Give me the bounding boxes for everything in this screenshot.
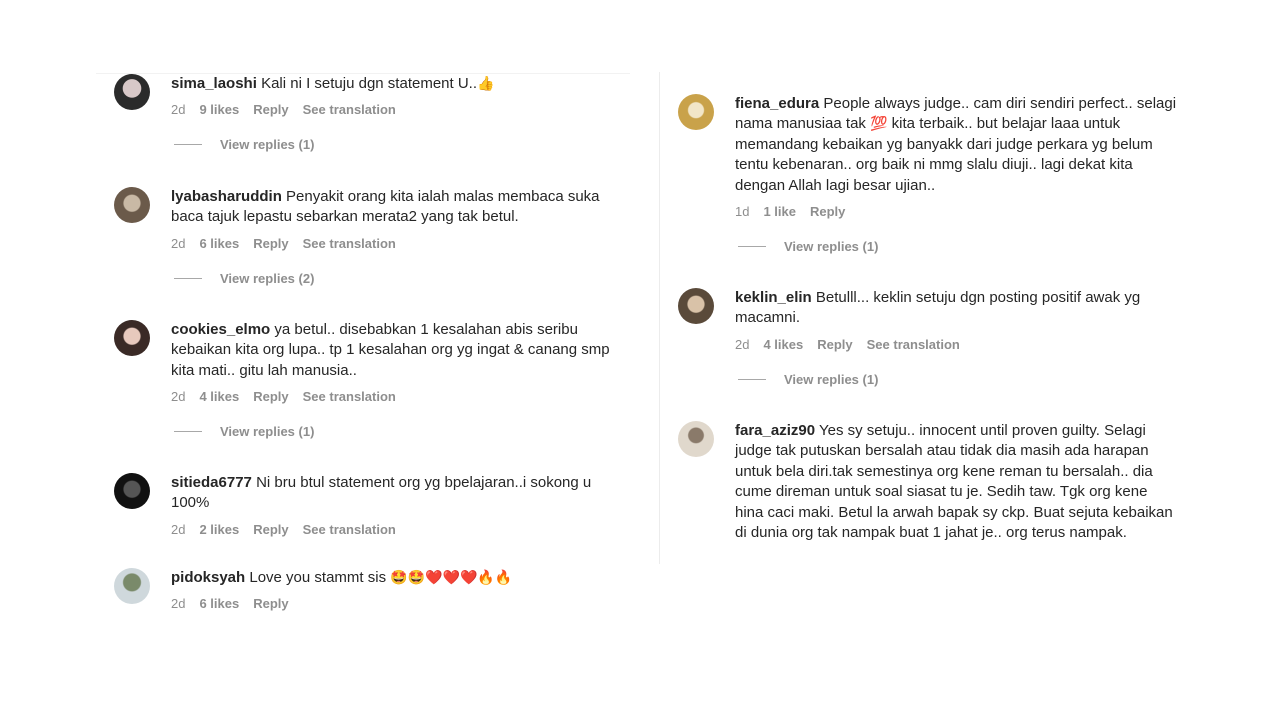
comment-username[interactable]: lyabasharuddin — [171, 188, 282, 205]
comment-text: Kali ni I setuju dgn statement U.. — [261, 75, 478, 92]
view-replies-label: View replies (2) — [220, 270, 315, 286]
avatar[interactable] — [678, 94, 714, 130]
comment-age: 2d — [735, 336, 750, 352]
replies-line — [738, 246, 766, 248]
comment-text: Love you stammt sis — [249, 569, 387, 586]
comment-likes[interactable]: 6 likes — [199, 236, 239, 251]
comment-emoji: 💯 — [870, 116, 888, 133]
see-translation-button[interactable]: See translation — [303, 236, 396, 251]
view-replies-label: View replies (1) — [784, 239, 879, 255]
comment-username[interactable]: pidoksyah — [171, 569, 245, 586]
view-replies-label: View replies (1) — [220, 424, 315, 440]
comment-likes[interactable]: 1 like — [763, 204, 796, 219]
avatar[interactable] — [114, 320, 150, 356]
avatar[interactable] — [114, 568, 150, 604]
comment-username[interactable]: fara_aziz90 — [735, 422, 815, 439]
comment-likes[interactable]: 4 likes — [763, 337, 803, 352]
view-replies-button[interactable]: View replies (2) — [118, 271, 614, 286]
comment-likes[interactable]: 6 likes — [199, 596, 239, 611]
reply-button[interactable]: Reply — [253, 522, 288, 537]
comment-emoji: 🤩🤩❤️❤️❤️🔥🔥 — [390, 570, 513, 586]
replies-line — [738, 378, 766, 380]
replies-line — [174, 277, 202, 279]
reply-button[interactable]: Reply — [810, 204, 845, 219]
see-translation-button[interactable]: See translation — [303, 389, 396, 404]
see-translation-button[interactable]: See translation — [303, 522, 396, 537]
replies-line — [174, 431, 202, 433]
comment-age: 2d — [171, 235, 186, 251]
replies-line — [174, 144, 202, 146]
view-replies-button[interactable]: View replies (1) — [682, 372, 1178, 387]
comment-username[interactable]: cookies_elmo — [171, 321, 270, 338]
reply-button[interactable]: Reply — [253, 596, 288, 611]
view-replies-button[interactable]: View replies (1) — [118, 137, 614, 152]
reply-button[interactable]: Reply — [253, 389, 288, 404]
view-replies-label: View replies (1) — [784, 371, 879, 387]
comment-likes[interactable]: 9 likes — [199, 102, 239, 117]
avatar[interactable] — [114, 473, 150, 509]
comment-age: 2d — [171, 596, 186, 612]
view-replies-label: View replies (1) — [220, 137, 315, 153]
reply-button[interactable]: Reply — [817, 337, 852, 352]
comment-age: 1d — [735, 204, 750, 220]
comment-likes[interactable]: 4 likes — [199, 389, 239, 404]
comment-age: 2d — [171, 521, 186, 537]
reply-button[interactable]: Reply — [253, 102, 288, 117]
reply-button[interactable]: Reply — [253, 236, 288, 251]
comment-username[interactable]: fiena_edura — [735, 95, 819, 112]
avatar[interactable] — [678, 288, 714, 324]
column-divider — [659, 72, 660, 564]
comment-age: 2d — [171, 102, 186, 118]
comment-username[interactable]: sitieda6777 — [171, 474, 252, 491]
view-replies-button[interactable]: View replies (1) — [682, 239, 1178, 254]
comment-username[interactable]: sima_laoshi — [171, 75, 257, 92]
comment-text: Yes sy setuju.. innocent until proven gu… — [735, 422, 1173, 542]
avatar[interactable] — [114, 187, 150, 223]
view-replies-button[interactable]: View replies (1) — [118, 424, 614, 439]
comment-likes[interactable]: 2 likes — [199, 522, 239, 537]
see-translation-button[interactable]: See translation — [867, 337, 960, 352]
comment-age: 2d — [171, 389, 186, 405]
avatar[interactable] — [114, 74, 150, 110]
avatar[interactable] — [678, 421, 714, 457]
comment-username[interactable]: keklin_elin — [735, 289, 812, 306]
comment-emoji: 👍 — [477, 76, 495, 92]
see-translation-button[interactable]: See translation — [303, 102, 396, 117]
